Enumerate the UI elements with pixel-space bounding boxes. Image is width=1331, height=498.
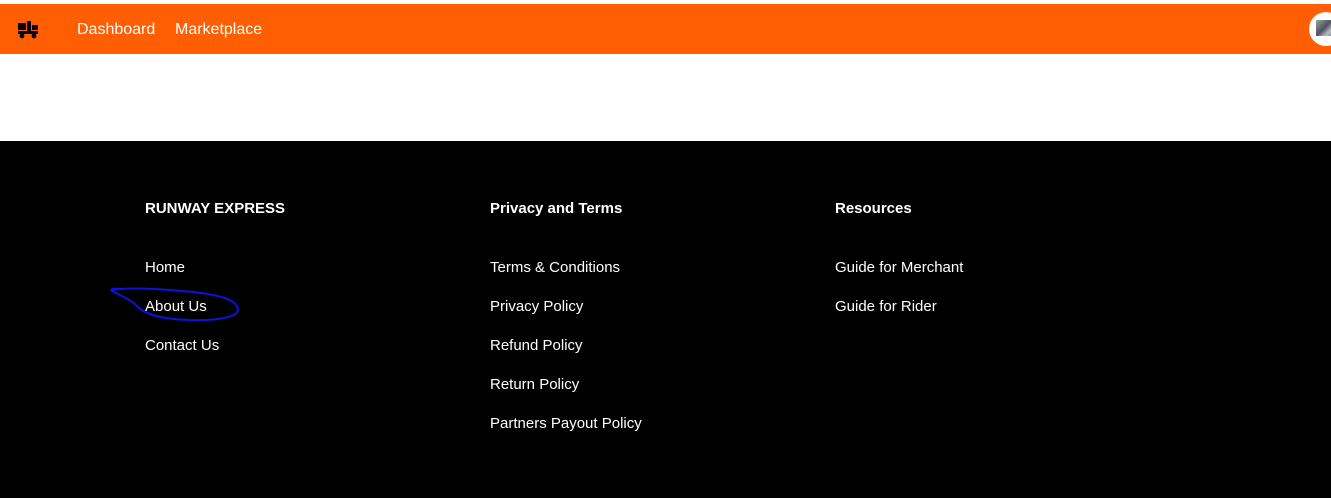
- footer-heading-runway-express: RUNWAY EXPRESS: [145, 200, 286, 217]
- user-avatar[interactable]: [1309, 12, 1331, 46]
- footer-link-partners-payout-policy[interactable]: Partners Payout Policy: [490, 415, 642, 433]
- footer-link-guide-merchant[interactable]: Guide for Merchant: [835, 259, 963, 277]
- footer-link-refund-policy[interactable]: Refund Policy: [490, 337, 583, 355]
- footer-link-privacy-policy[interactable]: Privacy Policy: [490, 298, 583, 316]
- top-navbar: Dashboard Marketplace: [0, 4, 1331, 54]
- footer-heading-privacy-terms: Privacy and Terms: [490, 200, 623, 217]
- delivery-truck-icon[interactable]: [18, 21, 40, 39]
- site-footer: RUNWAY EXPRESS Home About Us Contact Us …: [0, 141, 1331, 498]
- footer-link-home[interactable]: Home: [145, 259, 185, 277]
- nav-dashboard-link[interactable]: Dashboard: [77, 20, 155, 40]
- avatar-image: [1316, 20, 1331, 36]
- footer-heading-resources: Resources: [835, 200, 912, 217]
- main-content-area: [0, 54, 1331, 141]
- footer-link-return-policy[interactable]: Return Policy: [490, 376, 579, 394]
- footer-link-terms-conditions[interactable]: Terms & Conditions: [490, 259, 620, 277]
- footer-link-guide-rider[interactable]: Guide for Rider: [835, 298, 937, 316]
- footer-link-contact-us[interactable]: Contact Us: [145, 337, 219, 355]
- footer-link-about-us[interactable]: About Us: [145, 298, 207, 316]
- nav-marketplace-link[interactable]: Marketplace: [175, 20, 262, 40]
